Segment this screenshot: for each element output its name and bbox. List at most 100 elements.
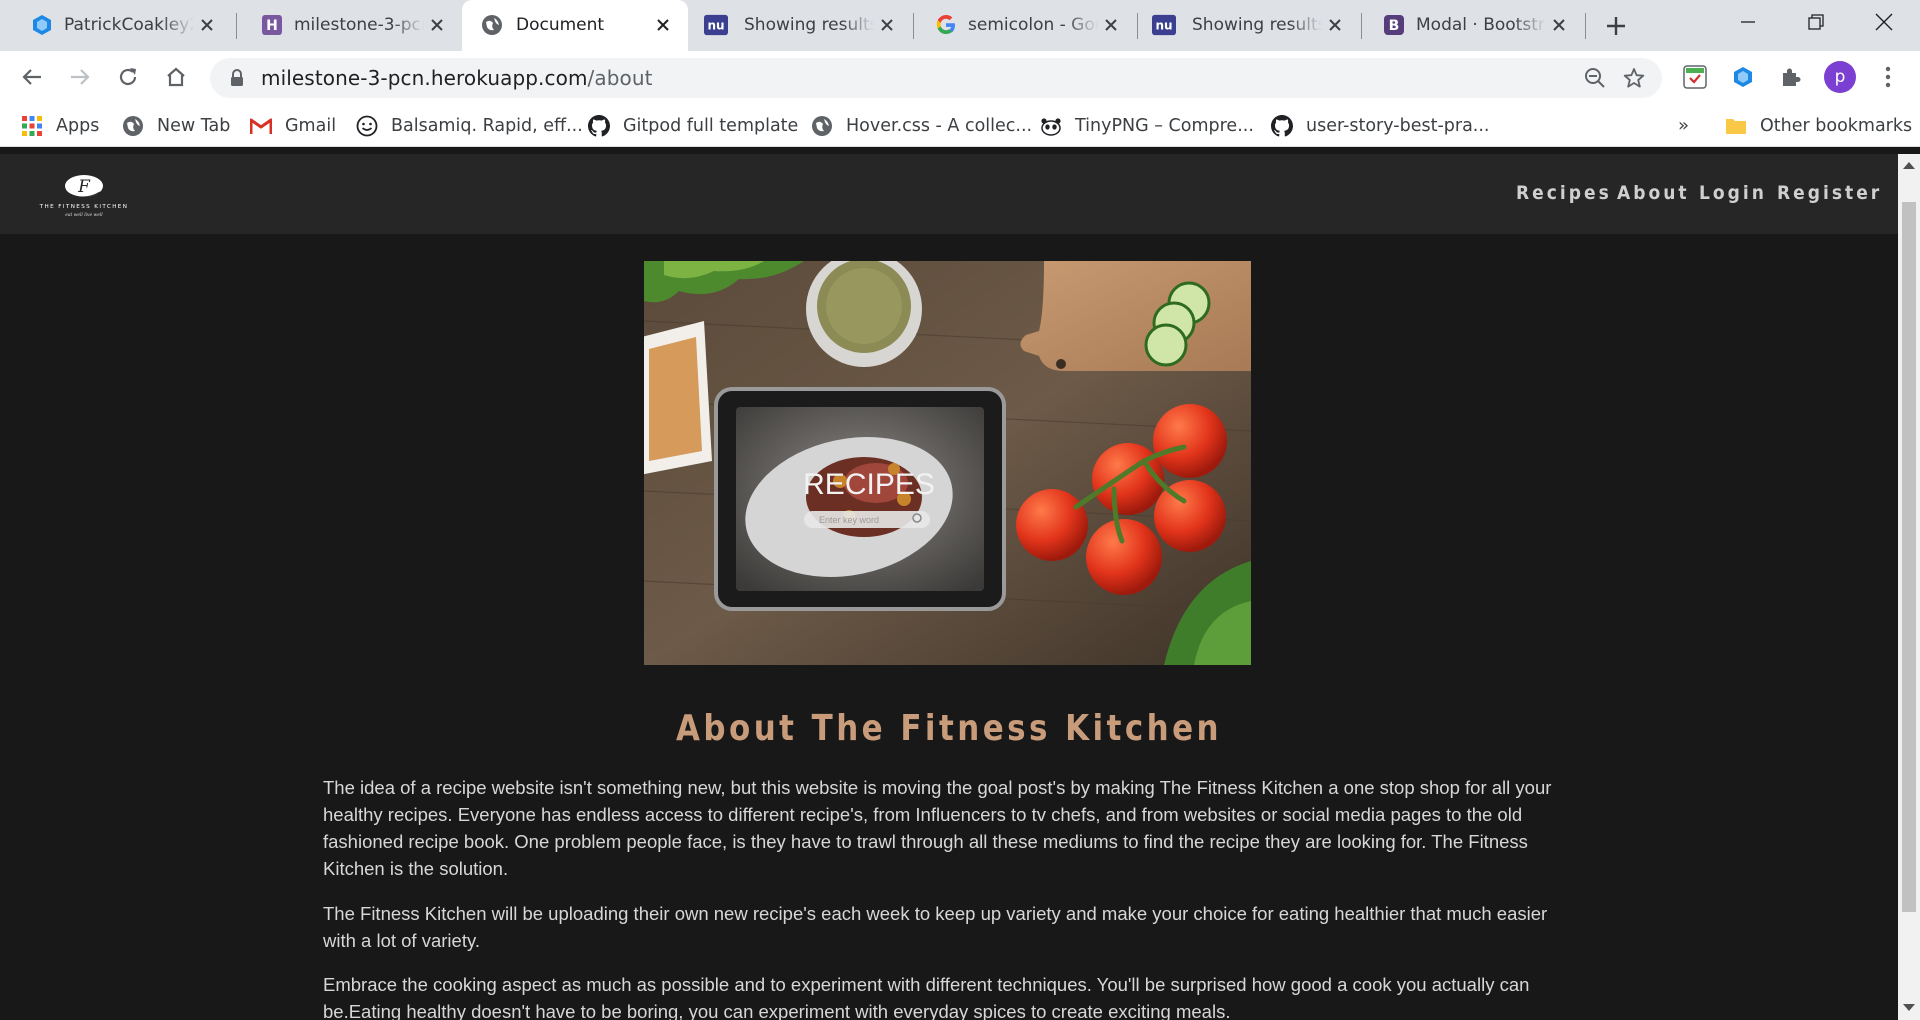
hero-recipes-text: RECIPES xyxy=(803,468,935,501)
heroku-icon: H xyxy=(260,13,284,37)
tab-gitpod[interactable]: PatrickCoakley2 xyxy=(10,0,232,51)
about-paragraph-1: The idea of a recipe website isn't somet… xyxy=(323,777,1552,879)
bookmarks-bar: Apps New Tab Gmail Balsamiq. Rapid, eff.… xyxy=(0,104,1920,147)
todoist-extension-icon[interactable] xyxy=(1681,63,1709,91)
about-paragraph-2: The Fitness Kitchen will be uploading th… xyxy=(323,903,1548,951)
bookmark-hover-css[interactable]: Hover.css - A collec... xyxy=(810,104,1032,147)
overflow-chevron-icon: » xyxy=(1678,115,1690,136)
scrollbar-thumb[interactable] xyxy=(1902,202,1916,912)
profile-initial: p xyxy=(1834,67,1846,87)
tab-strip: PatrickCoakley2 H milestone-3-pcn Docume… xyxy=(0,0,1920,51)
bookmark-new-tab[interactable]: New Tab xyxy=(121,104,230,147)
scroll-down-arrow-icon[interactable] xyxy=(1903,1004,1915,1011)
tab-google-search[interactable]: semicolon - Goo xyxy=(914,0,1136,51)
nav-login-link[interactable]: Login xyxy=(1699,182,1767,204)
bookmark-label: Gitpod full template xyxy=(623,115,799,136)
gitpod-extension-icon[interactable] xyxy=(1729,63,1757,91)
url-text: milestone-3-pcn.herokuapp.com/about xyxy=(261,58,653,98)
tinypng-icon xyxy=(1039,114,1063,138)
logo-text: THE FITNESS KITCHEN xyxy=(39,204,129,210)
tab-title: milestone-3-pcn xyxy=(294,15,424,35)
browser-toolbar: milestone-3-pcn.herokuapp.com/about p xyxy=(0,51,1920,104)
google-icon xyxy=(934,13,958,37)
nav-register-link[interactable]: Register xyxy=(1777,182,1882,204)
forward-button[interactable] xyxy=(64,61,96,93)
close-tab-icon[interactable] xyxy=(652,14,674,36)
minimize-icon[interactable] xyxy=(1728,4,1768,40)
back-button[interactable] xyxy=(16,61,48,93)
svg-text:nu: nu xyxy=(1155,19,1172,33)
tab-nu-results-2[interactable]: nu Showing results xyxy=(1138,0,1360,51)
close-tab-icon[interactable] xyxy=(1324,14,1346,36)
bookmark-user-story[interactable]: user-story-best-pra... xyxy=(1270,104,1490,147)
tab-title: Showing results xyxy=(1192,15,1322,35)
tab-nu-results-1[interactable]: nu Showing results xyxy=(690,0,912,51)
bookmark-gmail[interactable]: Gmail xyxy=(249,104,336,147)
address-bar[interactable]: milestone-3-pcn.herokuapp.com/about xyxy=(210,58,1662,98)
url-path: /about xyxy=(587,66,653,90)
bookmark-tinypng[interactable]: TinyPNG – Compre... xyxy=(1039,104,1254,147)
bookmark-label: TinyPNG – Compre... xyxy=(1075,115,1254,136)
folder-icon xyxy=(1724,114,1748,138)
nu-icon: nu xyxy=(1152,13,1176,37)
profile-avatar[interactable]: p xyxy=(1824,61,1856,93)
about-paragraph-3: Embrace the cooking aspect as much as po… xyxy=(323,974,1530,1020)
bookmark-label: user-story-best-pra... xyxy=(1306,115,1490,136)
bookmark-label: Apps xyxy=(56,115,100,136)
page-scrollbar[interactable] xyxy=(1898,154,1920,1020)
bookmark-gitpod-template[interactable]: Gitpod full template xyxy=(587,104,798,147)
nav-recipes-link[interactable]: Recipes xyxy=(1516,182,1612,204)
gmail-icon xyxy=(249,114,273,138)
close-tab-icon[interactable] xyxy=(426,14,448,36)
bookmark-other-folder[interactable]: Other bookmarks xyxy=(1724,104,1912,147)
tab-document[interactable]: Document xyxy=(462,0,688,51)
zoom-icon[interactable] xyxy=(1583,66,1607,90)
apps-grid-icon xyxy=(20,114,44,138)
svg-text:F: F xyxy=(77,177,91,197)
tab-title: Document xyxy=(516,15,605,35)
new-tab-button[interactable] xyxy=(1601,11,1631,41)
tab-separator xyxy=(236,13,237,39)
star-icon[interactable] xyxy=(1622,66,1646,90)
scroll-up-arrow-icon[interactable] xyxy=(1903,162,1915,169)
tab-title: Showing results xyxy=(744,15,874,35)
balsamiq-icon xyxy=(355,114,379,138)
bookmark-balsamiq[interactable]: Balsamiq. Rapid, eff... xyxy=(355,104,583,147)
close-tab-icon[interactable] xyxy=(196,14,218,36)
reload-button[interactable] xyxy=(112,61,144,93)
site-logo[interactable]: F THE FITNESS KITCHEN eat well live well xyxy=(24,174,144,218)
site-navbar: F THE FITNESS KITCHEN eat well live well… xyxy=(0,154,1898,234)
svg-text:B: B xyxy=(1389,18,1400,34)
url-domain: milestone-3-pcn.herokuapp.com xyxy=(261,66,588,90)
close-window-icon[interactable] xyxy=(1864,4,1904,40)
bookmark-apps[interactable]: Apps xyxy=(20,104,99,147)
close-tab-icon[interactable] xyxy=(1100,14,1122,36)
close-tab-icon[interactable] xyxy=(1548,14,1570,36)
page-viewport: F THE FITNESS KITCHEN eat well live well… xyxy=(0,154,1898,1020)
globe-icon xyxy=(121,114,145,138)
tab-title: semicolon - Goo xyxy=(968,15,1098,35)
bookmarks-overflow-button[interactable]: » xyxy=(1678,104,1689,147)
github-icon xyxy=(587,114,611,138)
menu-kebab-icon[interactable] xyxy=(1874,63,1902,91)
globe-icon xyxy=(810,114,834,138)
tab-bootstrap-modal[interactable]: B Modal · Bootstra xyxy=(1362,0,1584,51)
lock-icon xyxy=(229,69,245,91)
logo-tagline: eat well live well xyxy=(65,213,103,218)
restore-icon[interactable] xyxy=(1796,4,1836,40)
tab-title: PatrickCoakley2 xyxy=(64,15,194,35)
close-tab-icon[interactable] xyxy=(876,14,898,36)
home-button[interactable] xyxy=(160,61,192,93)
hero-image: RECIPES Enter key word xyxy=(644,261,1251,665)
bookmark-label: Gmail xyxy=(285,115,337,136)
nu-icon: nu xyxy=(704,13,728,37)
bookmark-label: Hover.css - A collec... xyxy=(846,115,1033,136)
bookmark-label: Other bookmarks xyxy=(1760,115,1913,136)
about-title: About The Fitness Kitchen xyxy=(675,708,1223,749)
nav-about-link[interactable]: About xyxy=(1617,182,1690,204)
github-icon xyxy=(1270,114,1294,138)
globe-icon xyxy=(480,13,504,37)
extensions-puzzle-icon[interactable] xyxy=(1777,63,1805,91)
svg-text:H: H xyxy=(266,18,278,34)
tab-heroku[interactable]: H milestone-3-pcn xyxy=(240,0,462,51)
